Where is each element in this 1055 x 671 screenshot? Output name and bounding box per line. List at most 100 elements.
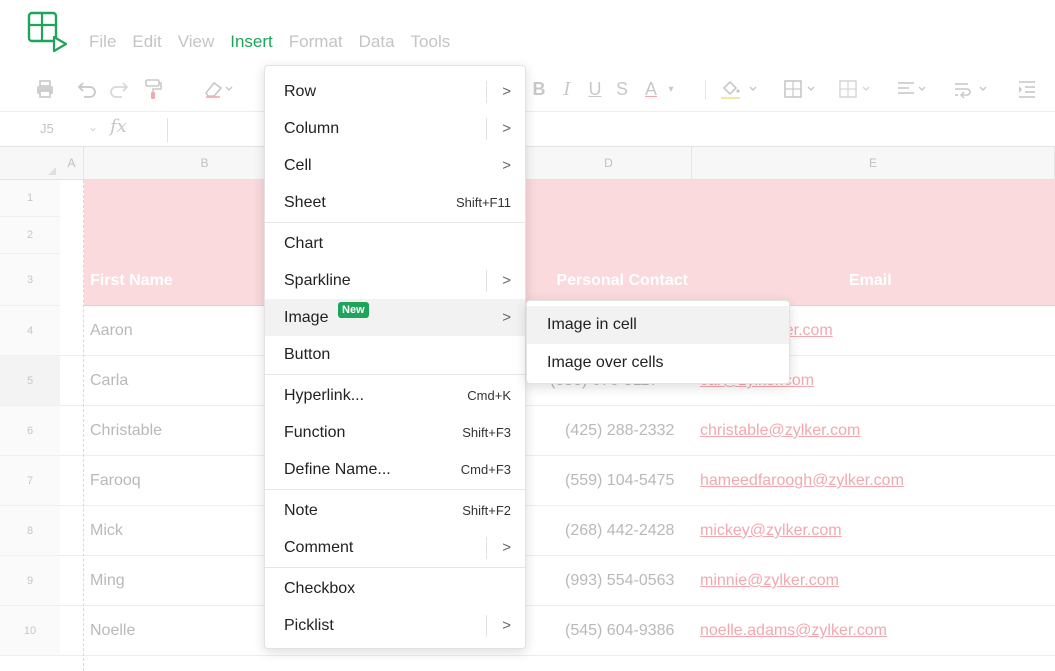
redo-icon[interactable] bbox=[104, 68, 134, 110]
submenu-item-image-over-cells[interactable]: Image over cells bbox=[527, 344, 789, 382]
column-header-e[interactable]: E bbox=[692, 147, 1055, 180]
cell-phone[interactable]: (268) 442-2428 bbox=[565, 506, 674, 556]
header-first-name[interactable]: First Name bbox=[90, 272, 173, 290]
cell-email[interactable]: mickey@zylker.com bbox=[700, 506, 842, 556]
cell-first-name[interactable]: Noelle bbox=[90, 606, 135, 656]
menu-item-function[interactable]: Function Shift+F3 bbox=[265, 414, 525, 451]
table-row[interactable] bbox=[84, 217, 1055, 254]
cell-reference[interactable]: J5 bbox=[40, 121, 54, 136]
fill-color-icon[interactable] bbox=[716, 68, 766, 110]
row-header[interactable]: 7 bbox=[0, 456, 60, 506]
column-a-divider bbox=[83, 180, 84, 671]
chevron-down-icon[interactable]: ⌄ bbox=[88, 120, 98, 134]
submenu-divider bbox=[486, 117, 487, 140]
cell-first-name[interactable]: Aaron bbox=[90, 306, 133, 356]
row-header[interactable]: 3 bbox=[0, 254, 60, 306]
table-row[interactable]: Farooq (559) 104-5475 hameedfaroogh@zylk… bbox=[60, 456, 1055, 506]
menu-item-image[interactable]: Image New > bbox=[265, 299, 525, 336]
cell-email[interactable]: minnie@zylker.com bbox=[700, 556, 839, 606]
menu-item-row[interactable]: Row > bbox=[265, 73, 525, 110]
clear-format-icon[interactable] bbox=[198, 68, 238, 110]
toolbar-divider bbox=[705, 80, 706, 100]
cell-first-name[interactable]: Carla bbox=[90, 356, 128, 406]
wrap-text-icon[interactable] bbox=[950, 68, 1000, 110]
row-header[interactable]: 9 bbox=[0, 556, 60, 606]
select-all-corner[interactable] bbox=[0, 147, 60, 180]
font-color-button[interactable]: A bbox=[640, 68, 662, 110]
submenu-divider bbox=[486, 269, 487, 292]
menu-tools[interactable]: Tools bbox=[411, 30, 451, 54]
cell-email[interactable]: christable@zylker.com bbox=[700, 406, 860, 456]
cell-first-name[interactable]: Christable bbox=[90, 406, 162, 456]
indent-icon[interactable] bbox=[1012, 68, 1042, 110]
submenu-divider bbox=[486, 614, 487, 637]
menu-item-label: Row bbox=[284, 82, 317, 100]
menu-item-sparkline[interactable]: Sparkline > bbox=[265, 262, 525, 299]
menu-item-column[interactable]: Column > bbox=[265, 110, 525, 147]
print-icon[interactable] bbox=[30, 68, 60, 110]
font-color-chevron-icon[interactable]: ▾ bbox=[664, 68, 678, 110]
menu-item-cell[interactable]: Cell > bbox=[265, 147, 525, 184]
toolbar: B I U S A ▾ bbox=[0, 68, 1055, 110]
paint-format-icon[interactable] bbox=[138, 68, 168, 110]
menu-file[interactable]: File bbox=[89, 30, 116, 54]
cell-first-name[interactable]: Mick bbox=[90, 506, 123, 556]
table-row[interactable]: Ming (993) 554-0563 minnie@zylker.com bbox=[60, 556, 1055, 606]
menu-edit[interactable]: Edit bbox=[132, 30, 161, 54]
menu-insert[interactable]: Insert bbox=[230, 30, 273, 54]
cell-email[interactable]: hameedfaroogh@zylker.com bbox=[700, 456, 904, 506]
italic-button[interactable]: I bbox=[558, 68, 576, 110]
insert-menu: Row > Column > Cell > Sheet Shift+F11 Ch… bbox=[264, 65, 526, 649]
menu-item-hyperlink[interactable]: Hyperlink... Cmd+K bbox=[265, 377, 525, 414]
menu-item-button[interactable]: Button bbox=[265, 336, 525, 373]
menu-item-note[interactable]: Note Shift+F2 bbox=[265, 492, 525, 529]
row-header[interactable]: 8 bbox=[0, 506, 60, 556]
function-icon[interactable]: fx bbox=[110, 116, 127, 137]
menu-separator bbox=[265, 222, 525, 223]
cell-phone[interactable]: (559) 104-5475 bbox=[565, 456, 674, 506]
row-header[interactable]: 10 bbox=[0, 606, 60, 656]
menu-item-chart[interactable]: Chart bbox=[265, 225, 525, 262]
column-header-d[interactable]: D bbox=[526, 147, 692, 180]
menu-view[interactable]: View bbox=[178, 30, 215, 54]
menu-item-checkbox[interactable]: Checkbox bbox=[265, 570, 525, 607]
menu-format[interactable]: Format bbox=[289, 30, 343, 54]
borders-icon[interactable] bbox=[780, 68, 830, 110]
cell-email[interactable]: noelle.adams@zylker.com bbox=[700, 606, 887, 656]
header-email[interactable]: Email bbox=[849, 272, 892, 290]
underline-button[interactable]: U bbox=[586, 68, 604, 110]
row-header[interactable]: 1 bbox=[0, 180, 60, 217]
menu-item-picklist[interactable]: Picklist > bbox=[265, 607, 525, 644]
align-icon[interactable] bbox=[893, 68, 943, 110]
app-logo-icon[interactable] bbox=[24, 10, 70, 56]
menu-item-sheet[interactable]: Sheet Shift+F11 bbox=[265, 184, 525, 221]
cell-phone[interactable]: (545) 604-9386 bbox=[565, 606, 674, 656]
row-header[interactable]: 6 bbox=[0, 406, 60, 456]
menu-item-define-name[interactable]: Define Name... Cmd+F3 bbox=[265, 451, 525, 488]
row-header[interactable]: 5 bbox=[0, 356, 60, 406]
menu-data[interactable]: Data bbox=[359, 30, 395, 54]
chevron-right-icon: > bbox=[502, 272, 511, 289]
shortcut-label: Cmd+F3 bbox=[460, 462, 511, 477]
menu-item-comment[interactable]: Comment > bbox=[265, 529, 525, 566]
cell-phone[interactable]: (425) 288-2332 bbox=[565, 406, 674, 456]
cell-first-name[interactable]: Farooq bbox=[90, 456, 141, 506]
bold-button[interactable]: B bbox=[530, 68, 548, 110]
cell-first-name[interactable]: Ming bbox=[90, 556, 125, 606]
table-row[interactable]: Christable (425) 288-2332 christable@zyl… bbox=[60, 406, 1055, 456]
submenu-item-image-in-cell[interactable]: Image in cell bbox=[527, 306, 789, 344]
row-header[interactable]: 4 bbox=[0, 306, 60, 356]
menu-item-label: Define Name... bbox=[284, 460, 391, 478]
row-header[interactable]: 2 bbox=[0, 217, 60, 254]
menubar: File Edit View Insert Format Data Tools bbox=[89, 30, 466, 54]
table-row[interactable]: Noelle (545) 604-9386 noelle.adams@zylke… bbox=[60, 606, 1055, 656]
cell-phone[interactable]: (993) 554-0563 bbox=[565, 556, 674, 606]
table-header-row[interactable]: First Name Personal Contact Email bbox=[84, 254, 1055, 306]
strikethrough-button[interactable]: S bbox=[613, 68, 631, 110]
merge-cells-icon[interactable] bbox=[835, 68, 885, 110]
header-personal-contact[interactable]: Personal Contact bbox=[526, 272, 688, 290]
table-row[interactable] bbox=[84, 180, 1055, 217]
column-header-a[interactable]: A bbox=[60, 147, 84, 180]
undo-icon[interactable] bbox=[72, 68, 102, 110]
table-row[interactable]: Mick (268) 442-2428 mickey@zylker.com bbox=[60, 506, 1055, 556]
